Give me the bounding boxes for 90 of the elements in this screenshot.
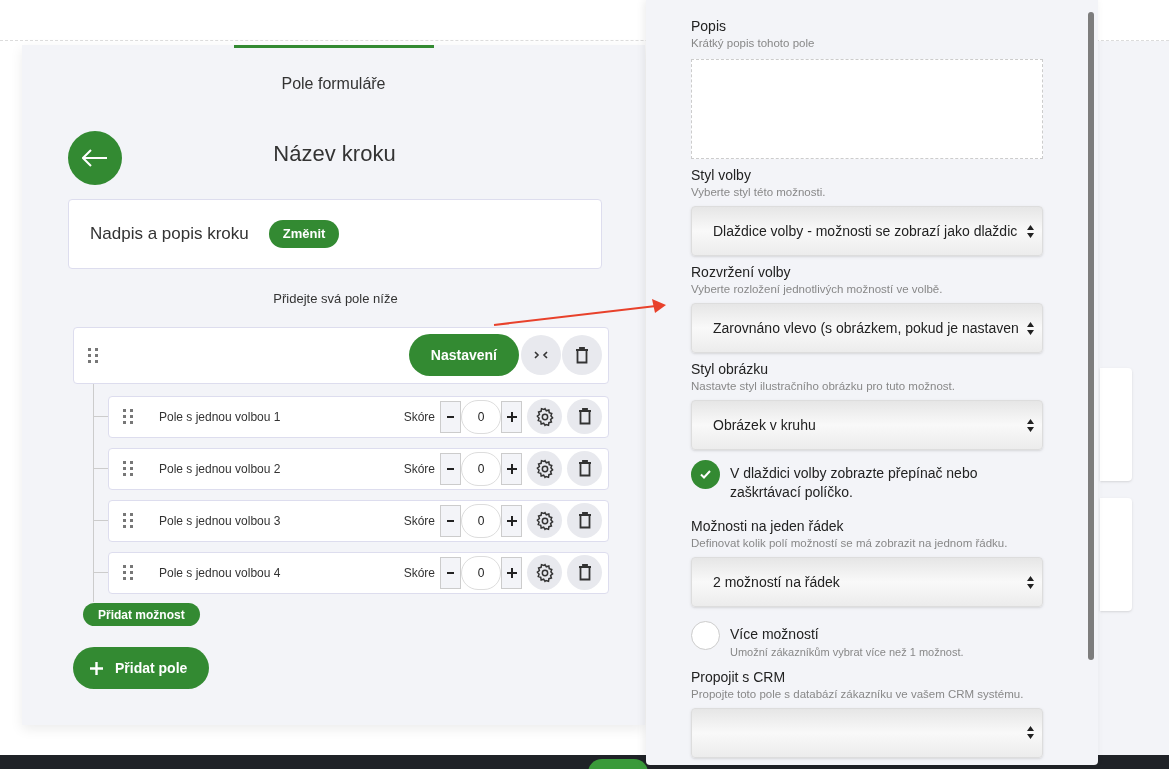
plus-icon: [506, 567, 517, 578]
trash-icon: [577, 564, 592, 581]
increment-button[interactable]: [501, 556, 522, 589]
field-label: Popis: [691, 18, 728, 35]
plus-icon: [506, 463, 517, 474]
option-label: Pole s jednou volbou 2: [159, 460, 282, 478]
score-label: Skóre: [403, 460, 435, 478]
collapse-icon: [534, 351, 548, 359]
field-label: Možnosti na jeden řádek: [691, 518, 845, 535]
delete-button[interactable]: [562, 335, 602, 375]
select-arrows-icon: [1027, 726, 1034, 739]
select-arrows-icon: [1027, 224, 1034, 238]
option-settings-button[interactable]: [527, 451, 562, 486]
delete-button[interactable]: [567, 503, 602, 538]
drag-handle-icon[interactable]: [123, 461, 132, 476]
help-text: Nastavte styl ilustračního obrázku pro tuto možnost.: [691, 379, 956, 394]
minus-icon: [447, 415, 454, 418]
score-field[interactable]: 0: [461, 503, 501, 538]
select-field[interactable]: 2 možností na řádek: [691, 557, 1043, 607]
card-title: Nadpis a popis kroku: [90, 223, 249, 246]
help-text: Vyberte rozložení jednotlivých možností ve volbě.: [691, 282, 944, 297]
select-arrows-icon: [1027, 418, 1034, 432]
drag-handle-icon[interactable]: [123, 513, 132, 528]
minus-icon: [447, 571, 454, 574]
back-button[interactable]: [68, 131, 122, 185]
checkbox[interactable]: [691, 460, 720, 489]
back-arrow-icon: [82, 149, 108, 167]
score-label: Skóre: [403, 564, 435, 582]
minus-icon: [447, 467, 454, 470]
help-text: Vyberte styl této možnosti.: [691, 185, 827, 200]
checkbox-label: Více možností: [730, 625, 820, 644]
plus-icon: [506, 515, 517, 526]
settings-icon: [534, 458, 555, 479]
settings-button[interactable]: Nastavení: [408, 334, 519, 376]
drag-handle-icon[interactable]: [88, 347, 97, 363]
drag-handle-icon[interactable]: [123, 409, 132, 424]
button-edge: [588, 759, 648, 769]
help-text: Umožní zákazníkům vybrat více než 1 možnost.: [730, 645, 965, 660]
option-settings-button[interactable]: [527, 399, 562, 434]
score-label: Skóre: [403, 512, 435, 530]
plus-icon: [90, 661, 103, 675]
help-text: Krátký popis tohoto pole: [691, 36, 816, 51]
help-text: Propojte toto pole s databází zákazníku ve vašem CRM systému.: [691, 686, 1025, 702]
minus-icon: [447, 519, 454, 522]
field-label: Styl volby: [691, 167, 752, 184]
option-label: Pole s jednou volbou 3: [159, 512, 282, 530]
score-label: Skóre: [403, 408, 435, 426]
settings-icon: [534, 562, 555, 583]
field-label: Propojit s CRM: [691, 668, 787, 686]
select-arrows-icon: [1027, 575, 1034, 589]
tab[interactable]: Pole formuláře: [233, 45, 434, 99]
field-label: Rozvržení volby: [691, 264, 792, 281]
settings-icon: [534, 510, 555, 531]
trash-icon: [575, 346, 589, 364]
option-label: Pole s jednou volbou 4: [159, 564, 282, 582]
delete-button[interactable]: [567, 451, 602, 486]
add-field-button[interactable]: Přidat pole: [73, 647, 210, 689]
select-arrows-icon: [1027, 321, 1034, 335]
option-settings-button[interactable]: [527, 503, 562, 538]
select-field[interactable]: [691, 707, 1043, 758]
scrollbar[interactable]: [1088, 12, 1094, 660]
help-text: Definovat kolik polí možností se má zobrazit na jednom řádku.: [691, 536, 1009, 551]
select-field[interactable]: Obrázek v kruhu: [691, 400, 1043, 450]
increment-button[interactable]: [501, 504, 522, 537]
change-button[interactable]: Změnit: [268, 220, 340, 248]
checkbox-label: V dlaždici volby zobrazte přepínač nebo zaškrtávací políčko.: [730, 464, 979, 502]
trash-icon: [577, 512, 592, 529]
trash-icon: [577, 408, 592, 425]
delete-button[interactable]: [567, 399, 602, 434]
score-field[interactable]: 0: [461, 451, 501, 486]
settings-icon: [534, 406, 555, 427]
increment-button[interactable]: [501, 452, 522, 485]
hint-text: Přidejte svá pole níže: [272, 290, 399, 308]
field-label: Styl obrázku: [691, 361, 770, 378]
plus-icon: [506, 411, 517, 422]
option-label: Pole s jednou volbou 1: [159, 408, 282, 426]
checkbox[interactable]: [691, 621, 720, 650]
drag-handle-icon[interactable]: [123, 565, 132, 580]
trash-icon: [577, 460, 592, 477]
score-field[interactable]: 0: [461, 555, 501, 590]
step-title: Název kroku: [272, 139, 397, 168]
select-field[interactable]: Dlaždice volby - možnosti se zobrazí jako dlaždic: [691, 206, 1043, 256]
delete-button[interactable]: [567, 555, 602, 590]
score-field[interactable]: 0: [461, 399, 501, 434]
add-option-button[interactable]: Přidat možnost: [83, 603, 200, 626]
option-settings-button[interactable]: [527, 555, 562, 590]
increment-button[interactable]: [501, 400, 522, 433]
select-field[interactable]: Zarovnáno vlevo (s obrázkem, pokud je nastaven: [691, 303, 1043, 353]
check-icon: [700, 470, 711, 479]
description-field[interactable]: [691, 59, 1043, 159]
